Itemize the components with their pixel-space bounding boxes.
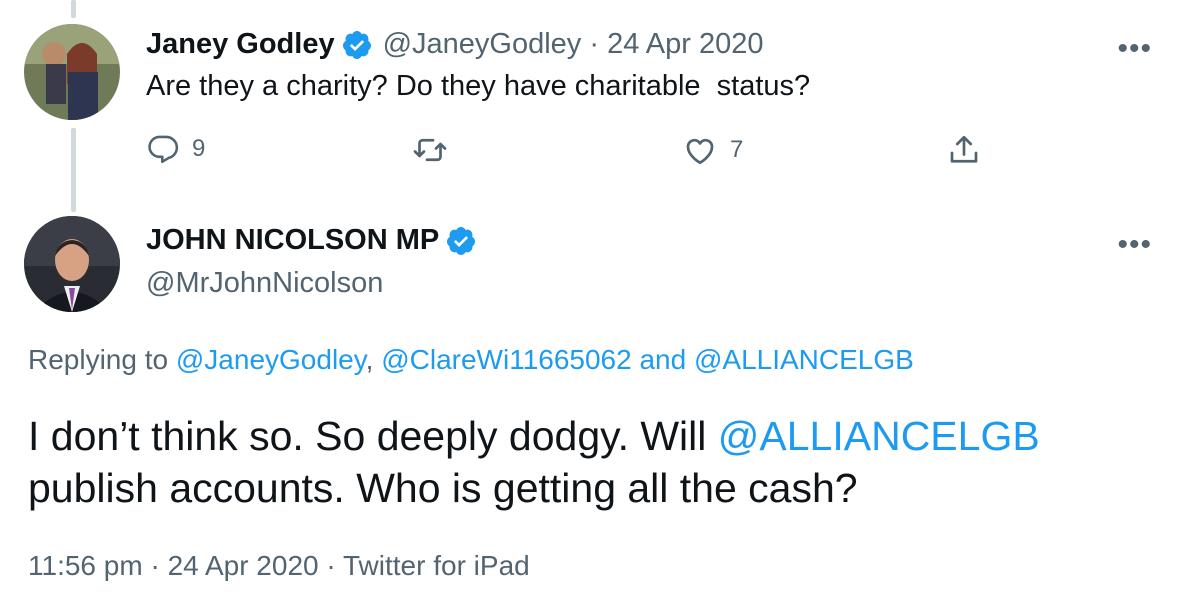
handle[interactable]: @MrJohnNicolson xyxy=(146,267,383,300)
display-name[interactable]: JOHN NICOLSON MP xyxy=(146,224,439,257)
tweet1-header: Janey Godley @JaneyGodley · 24 Apr 2020 xyxy=(146,28,764,61)
mention-link[interactable]: @ALLIANCELGB xyxy=(694,344,914,375)
avatar-janey-image xyxy=(24,24,120,120)
thread-line-top xyxy=(71,0,76,18)
avatar-janey[interactable] xyxy=(24,24,120,120)
retweet-icon xyxy=(412,132,448,168)
like-button[interactable]: 7 xyxy=(682,132,743,168)
mention-separator[interactable]: and xyxy=(632,344,694,375)
tweet-date[interactable]: 24 Apr 2020 xyxy=(607,28,763,61)
tweet-date[interactable]: 24 Apr 2020 xyxy=(168,550,319,581)
tweet-text: Are they a charity? Do they have charita… xyxy=(146,70,811,102)
like-count: 7 xyxy=(730,136,744,163)
avatar-john-image xyxy=(24,216,120,312)
replying-prefix: Replying to xyxy=(28,344,176,375)
replying-to: Replying to @JaneyGodley, @ClareWi116650… xyxy=(28,344,914,376)
thread-line-connector xyxy=(71,128,76,212)
share-button[interactable] xyxy=(946,132,982,168)
display-name[interactable]: Janey Godley xyxy=(146,28,335,61)
mention-link[interactable]: @JaneyGodley xyxy=(176,344,366,375)
verified-badge-icon xyxy=(445,225,477,257)
verified-badge-icon xyxy=(341,29,373,61)
more-options-icon[interactable]: ••• xyxy=(1117,34,1152,64)
handle[interactable]: @JaneyGodley xyxy=(383,28,582,61)
tweet-text-part: publish accounts. Who is getting all the… xyxy=(28,465,858,511)
meta-separator: · xyxy=(318,550,343,581)
retweet-button[interactable] xyxy=(412,132,448,168)
meta-separator: · xyxy=(142,550,168,581)
mention-link[interactable]: @ClareWi11665062 xyxy=(381,344,631,375)
more-options-icon[interactable]: ••• xyxy=(1117,230,1152,260)
tweet-actions: 9 7 xyxy=(146,132,996,176)
avatar-john[interactable] xyxy=(24,216,120,312)
tweet-text-part: I don’t think so. So deeply dodgy. Will xyxy=(28,413,718,459)
mention-separator: , xyxy=(365,344,382,375)
date-separator: · xyxy=(581,28,608,60)
tweet-time[interactable]: 11:56 pm xyxy=(28,550,143,581)
tweet-source[interactable]: Twitter for iPad xyxy=(343,550,530,581)
reply-icon xyxy=(146,132,180,166)
heart-icon xyxy=(682,132,718,168)
reply-button[interactable]: 9 xyxy=(146,132,205,166)
mention-link[interactable]: @ALLIANCELGB xyxy=(718,413,1040,459)
tweet2-header: JOHN NICOLSON MP xyxy=(146,224,477,257)
reply-count: 9 xyxy=(192,135,206,162)
share-icon xyxy=(946,132,982,168)
tweet-meta: 11:56 pm · 24 Apr 2020 · Twitter for iPa… xyxy=(28,550,530,582)
tweet-text: I don’t think so. So deeply dodgy. Will … xyxy=(28,410,1168,514)
